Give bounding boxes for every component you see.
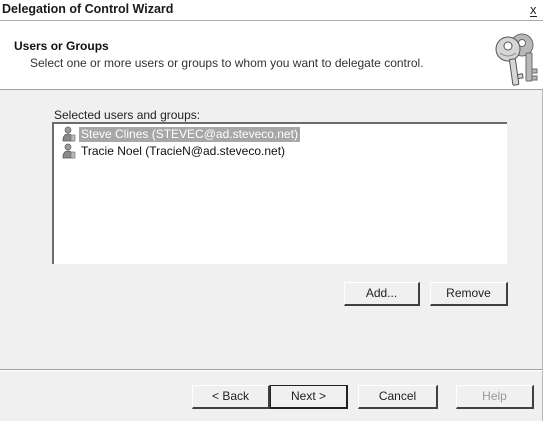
selected-users-list[interactable]: Steve Clines (STEVEC@ad.steveco.net) Tra… [52,122,507,264]
window-title: Delegation of Control Wizard [2,2,174,16]
wizard-header: Users or Groups Select one or more users… [0,21,543,90]
list-item[interactable]: Steve Clines (STEVEC@ad.steveco.net) [62,126,300,142]
list-item[interactable]: Tracie Noel (TracieN@ad.steveco.net) [62,143,287,159]
footer-separator [0,369,543,371]
back-button[interactable]: < Back [192,385,270,409]
keys-icon [495,33,538,86]
list-item-label: Steve Clines (STEVEC@ad.steveco.net) [79,126,300,142]
help-button[interactable]: Help [456,385,534,409]
add-button[interactable]: Add... [344,282,420,306]
close-icon[interactable]: x [530,3,537,17]
close-button[interactable]: x [530,1,543,18]
page-subtitle: Select one or more users or groups to wh… [30,56,424,70]
selected-users-label: Selected users and groups: [54,108,201,122]
wizard-window: Delegation of Control Wizard x Users or … [0,0,543,421]
remove-button[interactable]: Remove [430,282,508,306]
page-title: Users or Groups [14,39,109,53]
next-button[interactable]: Next > [270,385,348,409]
user-icon [62,143,76,159]
user-icon [62,126,76,142]
title-bar: Delegation of Control Wizard x [0,0,543,21]
cancel-button[interactable]: Cancel [358,385,438,409]
list-item-label: Tracie Noel (TracieN@ad.steveco.net) [81,143,286,158]
